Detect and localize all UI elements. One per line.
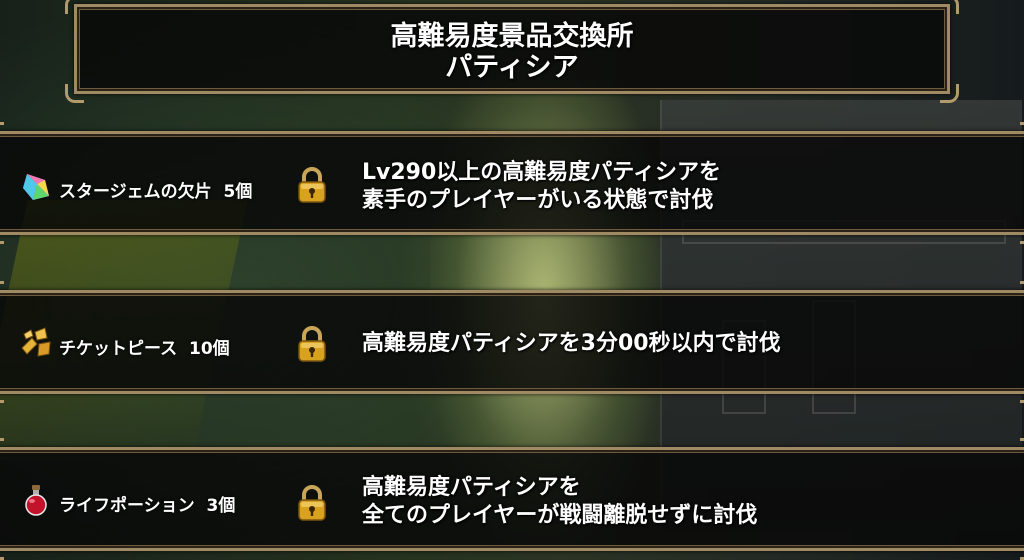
item-name: ライフポーション 3個	[59, 496, 236, 516]
unlock-condition: Lv290以上の高難易度パティシアを 素手のプレイヤーがいる状態で討伐	[362, 160, 721, 213]
unlock-condition: 高難易度パティシアを 全てのプレイヤーが戦闘離脱せずに討伐	[362, 475, 758, 528]
reward-row[interactable]: チケットピース 10個 高難易度パティシアを3分00秒以内で討伐	[0, 281, 1024, 403]
reward-row[interactable]: スタージェムの欠片 5個 Lv290以上の高難易度パティシアを 素手のプレイヤー…	[0, 122, 1024, 244]
star-gem-fragment-icon	[23, 174, 49, 200]
item-quantity: 10個	[189, 339, 230, 359]
ticket-piece-icon	[21, 327, 51, 357]
item-quantity: 3個	[206, 496, 236, 516]
item-name: チケットピース 10個	[59, 339, 230, 359]
page-title: 高難易度景品交換所	[390, 21, 634, 52]
life-potion-icon	[25, 485, 47, 516]
reward-row[interactable]: ライフポーション 3個 高難易度パティシアを 全てのプレイヤーが戦闘離脱せずに討…	[0, 438, 1024, 560]
item-quantity: 5個	[223, 182, 253, 202]
lock-icon	[298, 167, 326, 203]
title-panel: 高難易度景品交換所 パティシア	[65, 0, 959, 103]
item-name: スタージェムの欠片 5個	[59, 182, 253, 202]
lock-icon	[298, 326, 326, 362]
unlock-condition: 高難易度パティシアを3分00秒以内で討伐	[362, 331, 781, 356]
lock-icon	[298, 485, 326, 521]
page-subtitle: パティシア	[445, 52, 579, 83]
